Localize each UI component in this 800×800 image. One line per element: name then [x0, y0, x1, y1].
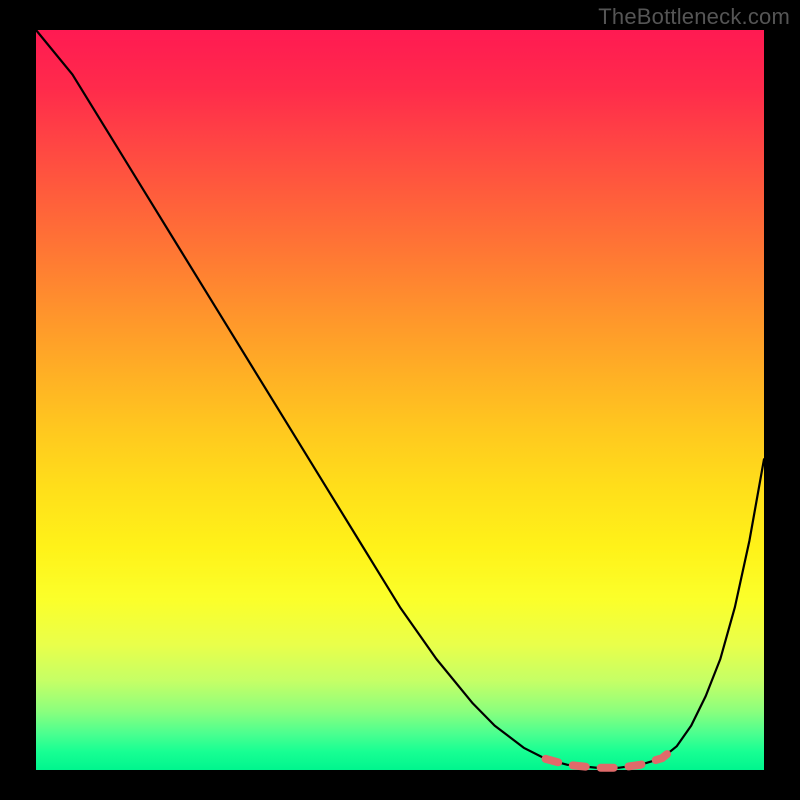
main-curve — [36, 30, 764, 768]
chart-frame: TheBottleneck.com — [0, 0, 800, 800]
chart-svg — [36, 30, 764, 770]
watermark-text: TheBottleneck.com — [598, 4, 790, 30]
plot-area — [36, 30, 764, 770]
